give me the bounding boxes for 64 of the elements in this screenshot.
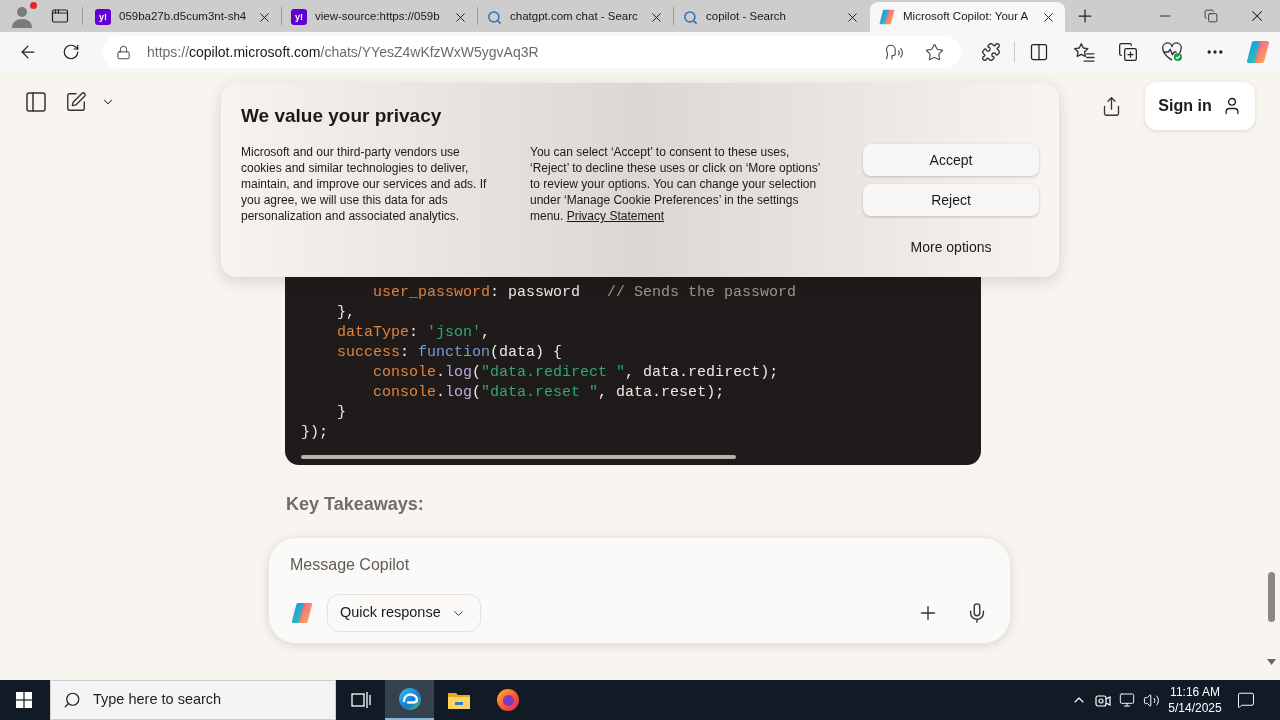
- clock[interactable]: 11:16 AM 5/14/2025: [1163, 684, 1227, 716]
- code-line: success: function(data) {: [336, 343, 563, 363]
- code-line: user_password: password // Sends the password: [372, 283, 797, 303]
- search-icon: [63, 691, 81, 709]
- swirl-browser-icon[interactable]: [397, 687, 422, 711]
- browser-tab[interactable]: chatgpt.com chat - Searc: [478, 2, 673, 32]
- code-line: },: [336, 303, 355, 323]
- camera-icon[interactable]: [1095, 692, 1111, 708]
- scroll-down-arrow-icon[interactable]: [1266, 659, 1276, 665]
- response-mode-dropdown[interactable]: Quick response: [327, 594, 481, 632]
- privacy-statement-link[interactable]: Privacy Statement: [566, 209, 665, 223]
- search-icon: [683, 9, 698, 25]
- address-bar[interactable]: https://copilot.microsoft.com/chats/YYesZ4wKfzWxW5ygvAq3R: [102, 36, 961, 68]
- code-line: }: [336, 403, 346, 423]
- notifications-icon[interactable]: [1237, 691, 1255, 709]
- code-line: console.log("data.redirect ", data.redirect);: [372, 363, 779, 383]
- dialog-paragraph: Microsoft and our third-party vendors use cookies and similar technologies to deliver, maintain, and improve our services and ads. If you agree, we will use this data for ads personalization and associated analytics.: [241, 144, 488, 224]
- network-icon[interactable]: [1119, 692, 1135, 708]
- more-options-button[interactable]: More options: [910, 237, 992, 257]
- scrollbar-thumb[interactable]: [1267, 572, 1275, 622]
- browser-tab[interactable]: y! 059ba27b.d5cum3nt-sh4: [86, 2, 281, 32]
- sidebar-toggle-icon[interactable]: [24, 90, 48, 114]
- new-chat-icon[interactable]: [65, 91, 87, 113]
- lock-icon[interactable]: [116, 44, 131, 60]
- browser-tab[interactable]: y! view-source:https://059b: [282, 2, 477, 32]
- start-icon[interactable]: [16, 692, 32, 708]
- read-aloud-icon[interactable]: [885, 42, 904, 62]
- favorites-icon[interactable]: [1073, 42, 1095, 62]
- url-text[interactable]: https://copilot.microsoft.com/chats/YYesZ4wKfzWxW5ygvAq3R: [147, 41, 539, 63]
- tab-actions-icon[interactable]: [51, 7, 69, 25]
- refresh-icon[interactable]: [62, 43, 80, 61]
- sign-in-button[interactable]: Sign in: [1145, 82, 1255, 130]
- heart-pulse-icon[interactable]: [1161, 42, 1183, 62]
- code-line: console.log("data.reset ", data.reset);: [372, 383, 725, 403]
- section-heading: Key Takeaways:: [286, 493, 424, 516]
- copilot-logo-icon: [291, 602, 313, 624]
- code-line: });: [301, 423, 328, 443]
- task-view-icon[interactable]: [350, 691, 371, 709]
- browser-tab[interactable]: copilot - Search: [674, 2, 869, 32]
- flame-browser-icon[interactable]: [495, 688, 520, 712]
- dialog-title: We value your privacy: [241, 104, 442, 128]
- dialog-paragraph: You can select ‘Accept’ to consent to these uses, ‘Reject’ to decline these uses or click on ‘More options’ to review your options. You can change your selection under ‘Manage Cookie Preferences’ in the settings menu. Privacy Statement: [530, 144, 821, 224]
- message-input[interactable]: Message Copilot: [290, 553, 890, 577]
- folder-icon[interactable]: [446, 690, 471, 710]
- profile-avatar-icon[interactable]: [10, 4, 34, 28]
- site-favicon: y!: [95, 9, 111, 25]
- accept-button[interactable]: Accept: [863, 144, 1039, 176]
- copilot-sidebar-icon[interactable]: [1246, 40, 1270, 64]
- copilot-favicon-icon: [879, 9, 895, 25]
- collections-icon[interactable]: [1118, 42, 1138, 62]
- site-favicon: y!: [291, 9, 307, 25]
- restore-icon[interactable]: [1204, 9, 1218, 23]
- extensions-icon[interactable]: [981, 42, 1001, 62]
- split-screen-icon[interactable]: [1029, 42, 1049, 62]
- taskbar-search-box[interactable]: Type here to search: [50, 680, 336, 720]
- search-icon: [487, 9, 502, 25]
- volume-icon[interactable]: [1142, 691, 1160, 709]
- reject-button[interactable]: Reject: [863, 184, 1039, 216]
- code-line: dataType: 'json',: [336, 323, 491, 343]
- taskbar-app-button[interactable]: [385, 680, 434, 720]
- horizontal-scrollbar[interactable]: [301, 455, 736, 459]
- share-icon[interactable]: [1101, 95, 1122, 117]
- browser-tab[interactable]: Microsoft Copilot: Your A: [870, 2, 1065, 32]
- favorite-star-icon[interactable]: [925, 42, 944, 62]
